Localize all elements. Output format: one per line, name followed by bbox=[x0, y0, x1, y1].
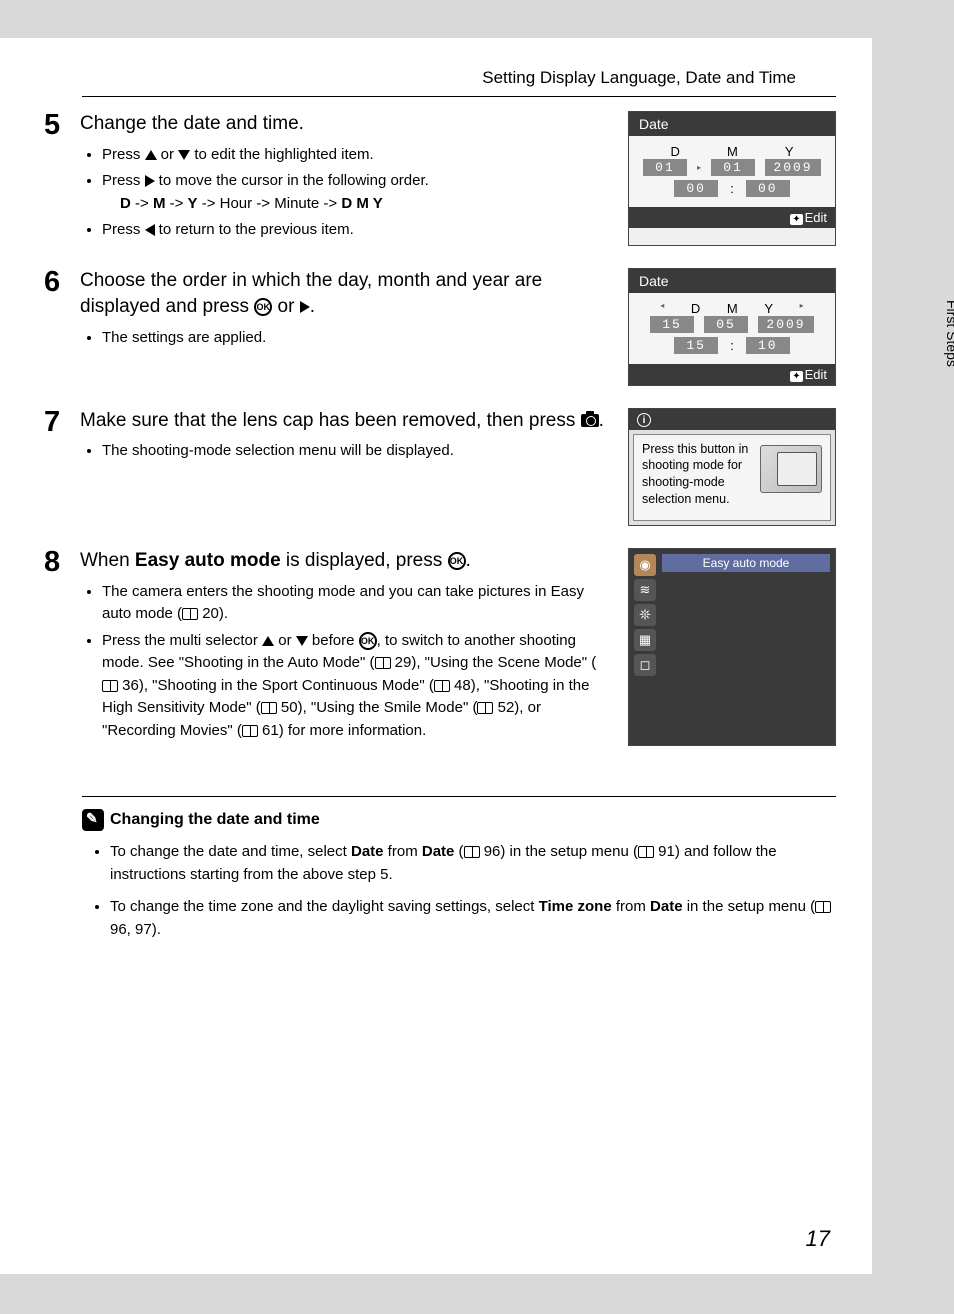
val-min: 10 bbox=[746, 337, 790, 354]
book-icon bbox=[102, 680, 118, 692]
val-hour: 15 bbox=[674, 337, 718, 354]
mode-high-sens-icon: ▦ bbox=[634, 629, 656, 651]
bullet: Press to return to the previous item. bbox=[102, 219, 610, 242]
label-y: Y bbox=[785, 144, 794, 159]
step-6: 6 Choose the order in which the day, mon… bbox=[82, 268, 836, 386]
info-icon: i bbox=[637, 413, 651, 427]
step-5: 5 Change the date and time. Press or to … bbox=[82, 111, 836, 246]
camera-illustration bbox=[760, 445, 822, 493]
note-bullet: To change the time zone and the daylight… bbox=[110, 896, 836, 941]
dpad-icon: ✦ bbox=[790, 371, 802, 382]
val-year: 2009 bbox=[765, 159, 821, 176]
lcd-date-screen: Date ◂ D M Y ▸ 15 05 2009 15 bbox=[628, 268, 836, 386]
step-number: 8 bbox=[44, 548, 66, 746]
label-m: M bbox=[727, 144, 738, 159]
book-icon bbox=[375, 657, 391, 669]
lcd-date-screen: Date D M Y 01▸ 01 2009 00: 00 bbox=[628, 111, 836, 246]
val-month: 05 bbox=[704, 316, 748, 333]
book-icon bbox=[638, 846, 654, 858]
pencil-icon bbox=[82, 809, 104, 831]
info-text: Press this button in shooting mode for s… bbox=[642, 441, 754, 509]
ok-icon bbox=[254, 298, 272, 316]
book-icon bbox=[477, 702, 493, 714]
edit-label: Edit bbox=[805, 367, 827, 382]
mode-sport-icon: 𖤓 bbox=[634, 604, 656, 626]
edit-label: Edit bbox=[805, 210, 827, 225]
right-icon bbox=[145, 175, 155, 187]
page-number: 17 bbox=[806, 1226, 830, 1252]
note-divider bbox=[82, 796, 836, 797]
step-title: Make sure that the lens cap has been rem… bbox=[80, 408, 610, 435]
label-d: D bbox=[671, 144, 680, 159]
book-icon bbox=[182, 608, 198, 620]
label-y: Y bbox=[764, 301, 773, 316]
caret-icon: ◂ bbox=[660, 301, 664, 316]
bullet: Press to move the cursor in the followin… bbox=[102, 170, 610, 215]
caret-icon: ▸ bbox=[697, 163, 701, 172]
side-tab-label: First Steps bbox=[944, 300, 954, 367]
right-icon bbox=[300, 301, 310, 313]
book-icon bbox=[815, 901, 831, 913]
step-title: Choose the order in which the day, month… bbox=[80, 268, 610, 321]
camera-icon bbox=[581, 414, 599, 427]
note-title: Changing the date and time bbox=[82, 809, 836, 831]
step-title: Change the date and time. bbox=[80, 111, 610, 138]
bullet: Press or to edit the highlighted item. bbox=[102, 144, 610, 167]
divider bbox=[82, 96, 836, 97]
book-icon bbox=[242, 725, 258, 737]
ok-icon bbox=[359, 632, 377, 650]
lcd-title: Date bbox=[629, 112, 835, 136]
dpad-icon: ✦ bbox=[790, 214, 802, 225]
label-m: M bbox=[727, 301, 738, 316]
up-icon bbox=[262, 636, 274, 646]
bullet: The settings are applied. bbox=[102, 327, 610, 350]
book-icon bbox=[464, 846, 480, 858]
caret-icon: ▸ bbox=[800, 301, 804, 316]
val-day: 15 bbox=[650, 316, 694, 333]
mode-easy-auto-icon: ◉ bbox=[634, 554, 656, 576]
lcd-title: Date bbox=[629, 269, 835, 293]
info-screen: i Press this button in shooting mode for… bbox=[628, 408, 836, 527]
down-icon bbox=[296, 636, 308, 646]
manual-page: Setting Display Language, Date and Time … bbox=[0, 38, 872, 1274]
val-hour: 00 bbox=[674, 180, 718, 197]
step-7: 7 Make sure that the lens cap has been r… bbox=[82, 408, 836, 527]
val-day: 01 bbox=[643, 159, 687, 176]
mode-scene-icon: ≋ bbox=[634, 579, 656, 601]
note-bullet: To change the date and time, select Date… bbox=[110, 841, 836, 886]
val-month: 01 bbox=[711, 159, 755, 176]
step-number: 6 bbox=[44, 268, 66, 386]
bullet: The camera enters the shooting mode and … bbox=[102, 581, 610, 626]
label-d: D bbox=[691, 301, 700, 316]
mode-auto-icon: ◻ bbox=[634, 654, 656, 676]
left-icon bbox=[145, 224, 155, 236]
mode-label: Easy auto mode bbox=[662, 554, 830, 572]
val-min: 00 bbox=[746, 180, 790, 197]
val-year: 2009 bbox=[758, 316, 814, 333]
down-icon bbox=[178, 150, 190, 160]
bullet: Press the multi selector or before , to … bbox=[102, 630, 610, 743]
step-8: 8 When Easy auto mode is displayed, pres… bbox=[82, 548, 836, 746]
bullet: The shooting-mode selection menu will be… bbox=[102, 440, 610, 463]
book-icon bbox=[261, 702, 277, 714]
up-icon bbox=[145, 150, 157, 160]
step-number: 5 bbox=[44, 111, 66, 246]
section-title: Setting Display Language, Date and Time bbox=[82, 68, 836, 96]
step-number: 7 bbox=[44, 408, 66, 527]
step-title: When Easy auto mode is displayed, press … bbox=[80, 548, 610, 575]
mode-menu-screen: ◉ ≋ 𖤓 ▦ ◻ Easy auto mode bbox=[628, 548, 836, 746]
ok-icon bbox=[448, 552, 466, 570]
book-icon bbox=[434, 680, 450, 692]
